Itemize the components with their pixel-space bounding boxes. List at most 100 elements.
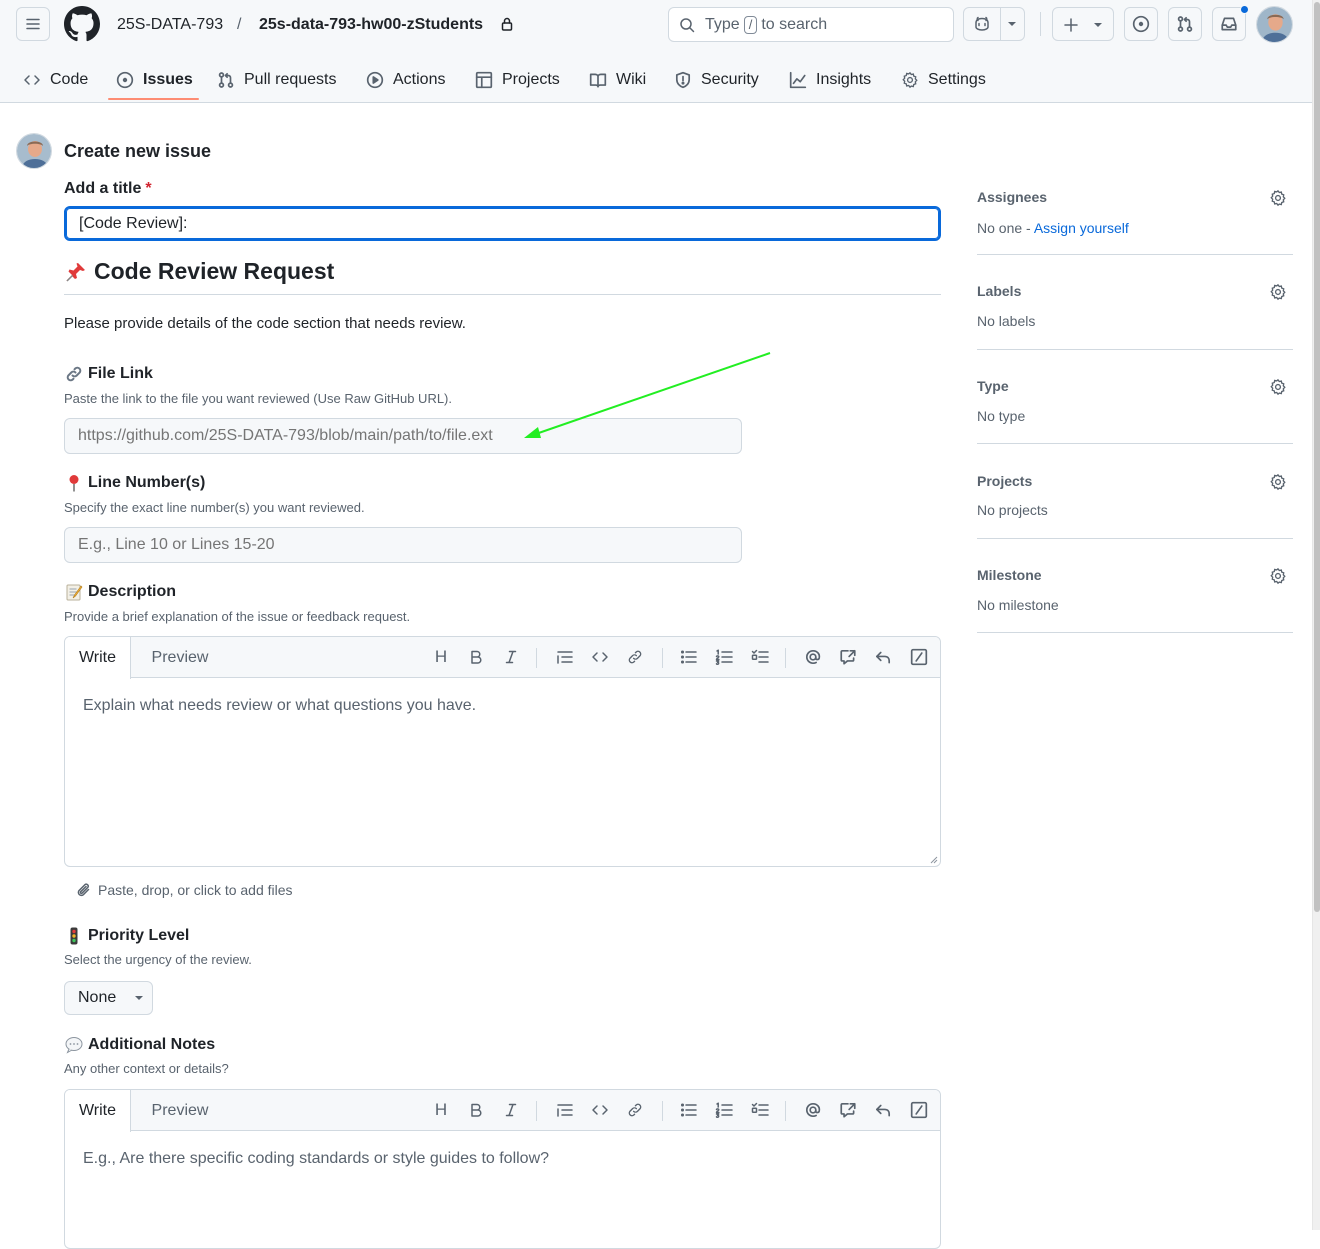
- task-list-tool[interactable]: [750, 1100, 770, 1120]
- ordered-list-tool[interactable]: [714, 647, 734, 667]
- editor-toolbar: Write Preview H: [65, 637, 940, 679]
- avatar[interactable]: [1256, 6, 1293, 43]
- mention-tool[interactable]: [803, 1100, 823, 1120]
- scrollbar[interactable]: [1312, 0, 1320, 1230]
- notification-dot: [1240, 5, 1249, 14]
- tab-actions[interactable]: Actions: [366, 58, 445, 102]
- gear-icon[interactable]: [1269, 378, 1287, 396]
- chevron-down-icon: [1094, 23, 1102, 27]
- unordered-list-tool[interactable]: [679, 1100, 699, 1120]
- notes-editor[interactable]: Write Preview H E.g., Are there specific…: [64, 1089, 941, 1249]
- copilot-icon: [975, 16, 989, 31]
- quote-tool[interactable]: [555, 1100, 575, 1120]
- tab-projects[interactable]: Projects: [475, 58, 560, 102]
- pushpin-icon: [66, 262, 85, 282]
- chevron-down-icon: [1008, 22, 1016, 26]
- bold-tool[interactable]: [466, 647, 486, 667]
- bold-tool[interactable]: [466, 1100, 486, 1120]
- issue-opened-icon: [116, 71, 134, 89]
- reference-tool[interactable]: [838, 1100, 858, 1120]
- issue-opened-icon: [1132, 15, 1150, 33]
- code-tool[interactable]: [590, 647, 610, 667]
- file-link-label: File Link: [64, 364, 153, 384]
- inbox-icon: [1221, 17, 1237, 31]
- task-list-tool[interactable]: [750, 647, 770, 667]
- active-tab-indicator: [108, 98, 199, 100]
- tab-security[interactable]: Security: [674, 58, 759, 102]
- italic-tool[interactable]: [501, 647, 521, 667]
- gear-icon[interactable]: [1269, 189, 1287, 207]
- heading-tool[interactable]: H: [431, 647, 451, 667]
- tab-pull-requests[interactable]: Pull requests: [217, 58, 337, 102]
- issues-button[interactable]: [1124, 7, 1158, 41]
- priority-selected-value: None: [78, 989, 117, 1006]
- mention-tool[interactable]: [803, 647, 823, 667]
- notes-textarea[interactable]: E.g., Are there specific coding standard…: [65, 1131, 940, 1187]
- resize-handle-icon[interactable]: [929, 855, 938, 864]
- gear-icon[interactable]: [1269, 283, 1287, 301]
- code-tool[interactable]: [590, 1100, 610, 1120]
- gear-icon[interactable]: [1269, 567, 1287, 585]
- sidebar-section-title: Projects: [977, 473, 1033, 489]
- search-suffix: to search: [761, 15, 828, 33]
- form-heading: Code Review Request: [64, 258, 334, 285]
- tab-code[interactable]: Code: [23, 58, 88, 102]
- link-icon: [628, 650, 642, 664]
- priority-select[interactable]: None: [64, 981, 153, 1015]
- unordered-list-tool[interactable]: [679, 647, 699, 667]
- preview-tab[interactable]: Preview: [145, 1090, 215, 1131]
- scrollbar-thumb[interactable]: [1314, 2, 1320, 912]
- code-icon: [592, 1105, 608, 1115]
- saved-replies-tool[interactable]: [873, 647, 893, 667]
- memo-icon: [66, 584, 83, 601]
- git-pull-request-icon: [218, 72, 234, 88]
- create-new-button[interactable]: [1052, 7, 1114, 41]
- slash-commands-tool[interactable]: [909, 647, 929, 667]
- table-icon: [475, 71, 493, 89]
- description-editor[interactable]: Write Preview H Explain what needs revie…: [64, 636, 941, 867]
- tab-label: Settings: [928, 71, 986, 88]
- type-value: No type: [977, 408, 1026, 424]
- link-tool[interactable]: [625, 647, 645, 667]
- preview-tab[interactable]: Preview: [145, 637, 215, 678]
- title-label: Add a title *: [64, 180, 152, 198]
- attach-files-button[interactable]: Paste, drop, or click to add files: [76, 882, 293, 898]
- description-textarea[interactable]: Explain what needs review or what questi…: [65, 678, 940, 734]
- slash-icon: [910, 1101, 928, 1119]
- write-tab[interactable]: Write: [65, 1090, 131, 1132]
- tab-wiki[interactable]: Wiki: [589, 58, 646, 102]
- gear-icon[interactable]: [1269, 473, 1287, 491]
- copilot-button[interactable]: [963, 7, 1025, 41]
- breadcrumb-owner[interactable]: 25S-DATA-793: [117, 14, 223, 36]
- tab-issues[interactable]: Issues: [116, 58, 193, 102]
- heading-tool[interactable]: H: [431, 1100, 451, 1120]
- link-tool[interactable]: [625, 1100, 645, 1120]
- mention-icon: [805, 649, 821, 665]
- italic-tool[interactable]: [501, 1100, 521, 1120]
- menu-button[interactable]: [16, 7, 50, 41]
- slash-commands-tool[interactable]: [909, 1100, 929, 1120]
- github-logo[interactable]: [64, 6, 100, 42]
- reference-tool[interactable]: [838, 647, 858, 667]
- breadcrumb-repo[interactable]: 25s-data-793-hw00-zStudents: [259, 14, 483, 36]
- bold-icon: [471, 1103, 482, 1117]
- tab-label: Actions: [393, 71, 446, 88]
- ordered-list-tool[interactable]: [714, 1100, 734, 1120]
- tab-settings[interactable]: Settings: [901, 58, 986, 102]
- tab-insights[interactable]: Insights: [789, 58, 871, 102]
- assign-yourself-link[interactable]: Assign yourself: [1034, 220, 1129, 236]
- code-icon: [24, 75, 40, 85]
- saved-replies-tool[interactable]: [873, 1100, 893, 1120]
- round-pushpin-icon: [69, 475, 79, 492]
- search-shortcut-key: /: [743, 15, 758, 34]
- title-input[interactable]: [64, 206, 941, 241]
- line-numbers-input[interactable]: [64, 527, 742, 563]
- pull-requests-button[interactable]: [1168, 7, 1202, 41]
- quote-tool[interactable]: [555, 647, 575, 667]
- milestone-value: No milestone: [977, 597, 1059, 613]
- write-tab[interactable]: Write: [65, 637, 131, 679]
- speech-balloon-icon: [65, 1037, 83, 1054]
- search-input[interactable]: Type / to search: [668, 7, 954, 42]
- tab-label: Issues: [143, 71, 193, 88]
- priority-label: Priority Level: [64, 926, 189, 946]
